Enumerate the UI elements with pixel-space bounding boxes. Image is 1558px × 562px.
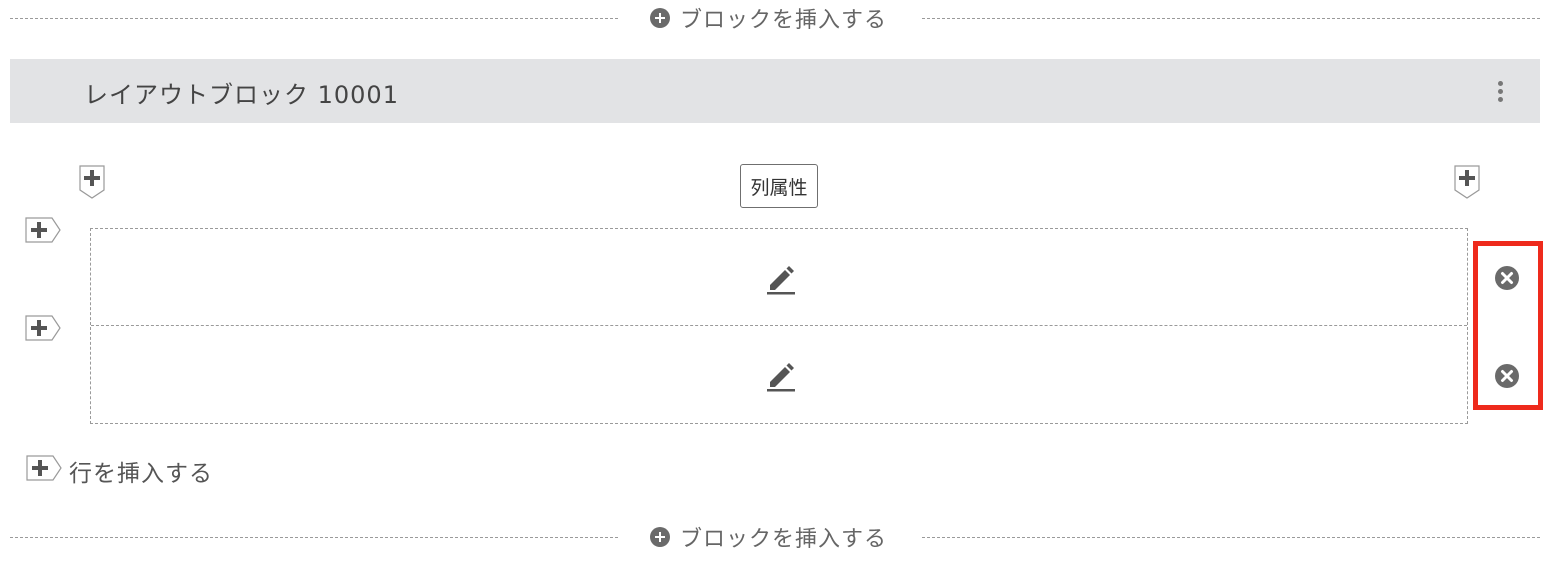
remove-row-1-button[interactable] xyxy=(1495,266,1519,290)
layout-editor: ブロックを挿入する レイアウトブロック 10001 列属性 行を挿入する ブロッ… xyxy=(0,0,1558,562)
separator-line xyxy=(922,537,1540,538)
plus-tag-right-icon xyxy=(25,217,61,243)
plus-tag-right-icon xyxy=(26,455,62,481)
insert-block-separator-bottom: ブロックを挿入する xyxy=(10,519,1540,555)
add-column-right-button[interactable] xyxy=(1454,165,1480,199)
close-circle-icon xyxy=(1495,266,1519,290)
plus-tag-down-icon xyxy=(79,165,105,199)
insert-block-label: ブロックを挿入する xyxy=(680,8,888,33)
insert-block-button-bottom[interactable]: ブロックを挿入する xyxy=(650,519,887,555)
pencil-icon xyxy=(767,363,795,392)
remove-row-2-button[interactable] xyxy=(1495,364,1519,388)
edit-cell-button-row-1[interactable] xyxy=(763,261,799,297)
add-row-above-1-button[interactable] xyxy=(25,217,61,243)
insert-block-label: ブロックを挿入する xyxy=(680,527,888,552)
edit-cell-button-row-2[interactable] xyxy=(763,358,799,394)
layout-block-title: レイアウトブロック 10001 xyxy=(84,81,399,109)
insert-row-label: 行を挿入する xyxy=(69,461,213,487)
insert-block-button-top[interactable]: ブロックを挿入する xyxy=(650,0,887,36)
add-row-above-2-button[interactable] xyxy=(25,315,61,341)
plus-tag-right-icon xyxy=(25,315,61,341)
close-circle-icon xyxy=(1495,364,1519,388)
column-attribute-button[interactable]: 列属性 xyxy=(740,164,818,208)
row-divider xyxy=(91,325,1467,326)
separator-line xyxy=(922,18,1540,19)
plus-circle-icon xyxy=(650,8,670,28)
add-column-left-button[interactable] xyxy=(79,165,105,199)
kebab-menu-icon[interactable] xyxy=(1490,77,1510,105)
separator-line xyxy=(10,18,618,19)
layout-grid xyxy=(90,228,1468,424)
separator-line xyxy=(10,537,618,538)
insert-block-separator-top: ブロックを挿入する xyxy=(10,0,1540,36)
plus-circle-icon xyxy=(650,527,670,547)
pencil-icon xyxy=(767,266,795,295)
layout-block-header: レイアウトブロック 10001 xyxy=(10,59,1540,123)
plus-tag-down-icon xyxy=(1454,165,1480,199)
